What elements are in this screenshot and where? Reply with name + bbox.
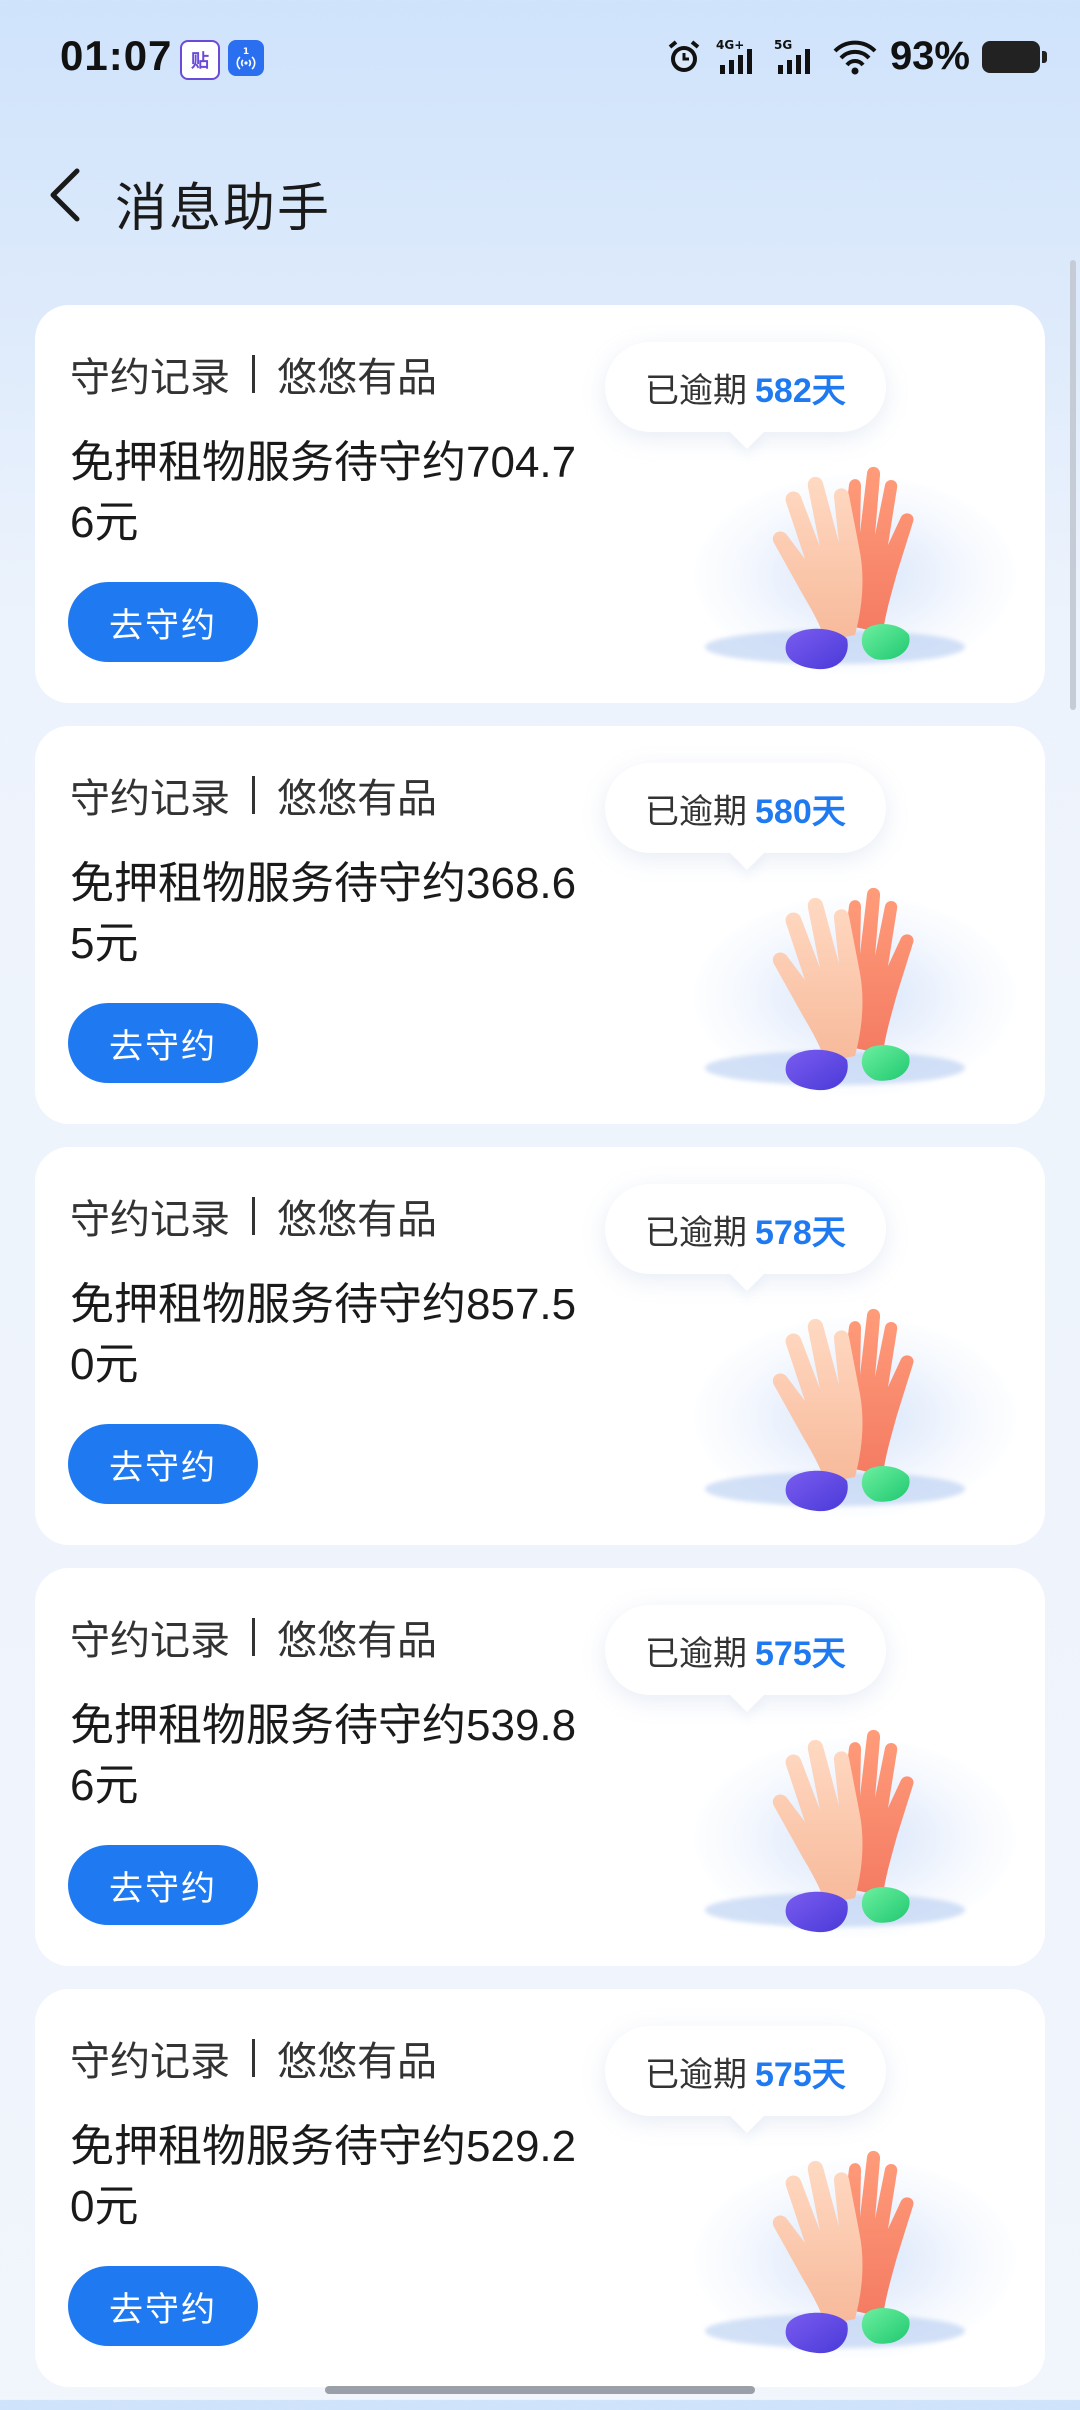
overdue-days: 575天	[755, 1634, 846, 1673]
battery-percent: 93%	[889, 34, 970, 78]
fulfill-button[interactable]: 去守约	[68, 582, 258, 662]
high-five-hands-icon	[772, 1308, 914, 1512]
card-illustration: 已逾期 582天	[575, 305, 1045, 703]
header-divider	[252, 776, 255, 814]
overdue-label: 已逾期	[645, 1634, 747, 1673]
card-message: 免押租物服务待守约704.76元	[70, 438, 577, 547]
network-4g-label: 4G+	[716, 38, 744, 52]
notif-count: 1	[243, 47, 249, 57]
card-category: 守约记录	[70, 2040, 230, 2084]
fulfill-button[interactable]: 去守约	[68, 1845, 258, 1925]
high-five-hands-icon	[772, 1729, 914, 1933]
overdue-days: 580天	[755, 792, 846, 831]
home-indicator[interactable]	[325, 2386, 755, 2394]
card-category: 守约记录	[70, 1198, 230, 1242]
card-illustration: 已逾期 580天	[575, 726, 1045, 1124]
header-divider	[252, 1197, 255, 1235]
card-merchant: 悠悠有品	[277, 356, 437, 400]
fulfill-button[interactable]: 去守约	[68, 1424, 258, 1504]
card-illustration: 已逾期 578天	[575, 1147, 1045, 1545]
card-header: 守约记录 悠悠有品	[70, 1608, 437, 1666]
card-header: 守约记录 悠悠有品	[70, 766, 437, 824]
overdue-label: 已逾期	[645, 792, 747, 831]
message-card[interactable]: 守约记录 悠悠有品 免押租物服务待守约368.65元 去守约 已逾期 580天	[35, 726, 1045, 1124]
back-button[interactable]	[30, 160, 100, 230]
fulfill-button[interactable]: 去守约	[68, 1003, 258, 1083]
header-divider	[252, 2039, 255, 2077]
message-card[interactable]: 守约记录 悠悠有品 免押租物服务待守约529.20元 去守约 已逾期 575天	[35, 1989, 1045, 2387]
header-divider	[252, 355, 255, 393]
card-message: 免押租物服务待守约539.86元	[70, 1701, 577, 1810]
message-list: 守约记录 悠悠有品 免押租物服务待守约704.76元 去守约 已逾期 582天 …	[35, 305, 1045, 2410]
page-title: 消息助手	[115, 180, 332, 238]
card-merchant: 悠悠有品	[277, 1198, 437, 1242]
card-illustration: 已逾期 575天	[575, 1568, 1045, 1966]
scrollbar[interactable]	[1070, 260, 1076, 710]
card-merchant: 悠悠有品	[277, 2040, 437, 2084]
card-category: 守约记录	[70, 1619, 230, 1663]
alarm-icon	[664, 37, 704, 77]
card-message: 免押租物服务待守约857.50元	[70, 1280, 577, 1389]
card-header: 守约记录 悠悠有品	[70, 2029, 437, 2087]
card-illustration: 已逾期 575天	[575, 1989, 1045, 2387]
wifi-icon	[832, 37, 878, 77]
overdue-days: 582天	[755, 371, 846, 410]
high-five-hands-icon	[772, 2150, 914, 2354]
network-5g-label: 5G	[774, 38, 792, 52]
message-card[interactable]: 守约记录 悠悠有品 免押租物服务待守约857.50元 去守约 已逾期 578天	[35, 1147, 1045, 1545]
high-five-hands-icon	[772, 466, 914, 670]
overdue-days: 575天	[755, 2055, 846, 2094]
card-header: 守约记录 悠悠有品	[70, 345, 437, 403]
chevron-left-icon	[50, 168, 80, 222]
notification-app-icon: 贴	[180, 40, 220, 80]
status-bar: 01:07 贴 1 4G+ 5G 93%	[0, 0, 1080, 120]
status-icons: 4G+ 5G 93%	[664, 34, 1047, 79]
app-header: 消息助手	[0, 140, 1080, 250]
card-message: 免押租物服务待守约368.65元	[70, 859, 577, 968]
card-merchant: 悠悠有品	[277, 1619, 437, 1663]
overdue-label: 已逾期	[645, 2055, 747, 2094]
card-header: 守约记录 悠悠有品	[70, 1187, 437, 1245]
overdue-label: 已逾期	[645, 1213, 747, 1252]
message-card[interactable]: 守约记录 悠悠有品 免押租物服务待守约539.86元 去守约 已逾期 575天	[35, 1568, 1045, 1966]
fulfill-button[interactable]: 去守约	[68, 2266, 258, 2346]
card-message: 免押租物服务待守约529.20元	[70, 2122, 577, 2231]
overdue-badge: 已逾期 582天	[605, 342, 886, 432]
overdue-days: 578天	[755, 1213, 846, 1252]
card-category: 守约记录	[70, 777, 230, 821]
high-five-hands-icon	[772, 887, 914, 1091]
overdue-badge: 已逾期 575天	[605, 2026, 886, 2116]
overdue-badge: 已逾期 575天	[605, 1605, 886, 1695]
overdue-badge: 已逾期 578天	[605, 1184, 886, 1274]
card-category: 守约记录	[70, 356, 230, 400]
message-card[interactable]: 守约记录 悠悠有品 免押租物服务待守约704.76元 去守约 已逾期 582天	[35, 305, 1045, 703]
header-divider	[252, 1618, 255, 1656]
overdue-badge: 已逾期 580天	[605, 763, 886, 853]
card-merchant: 悠悠有品	[277, 777, 437, 821]
battery-icon	[982, 40, 1047, 73]
overdue-label: 已逾期	[645, 371, 747, 410]
status-time: 01:07	[60, 32, 173, 79]
signal-4g-icon: 4G+	[716, 37, 762, 77]
signal-5g-icon: 5G	[774, 37, 820, 77]
notification-nfc-icon: 1	[228, 40, 264, 76]
